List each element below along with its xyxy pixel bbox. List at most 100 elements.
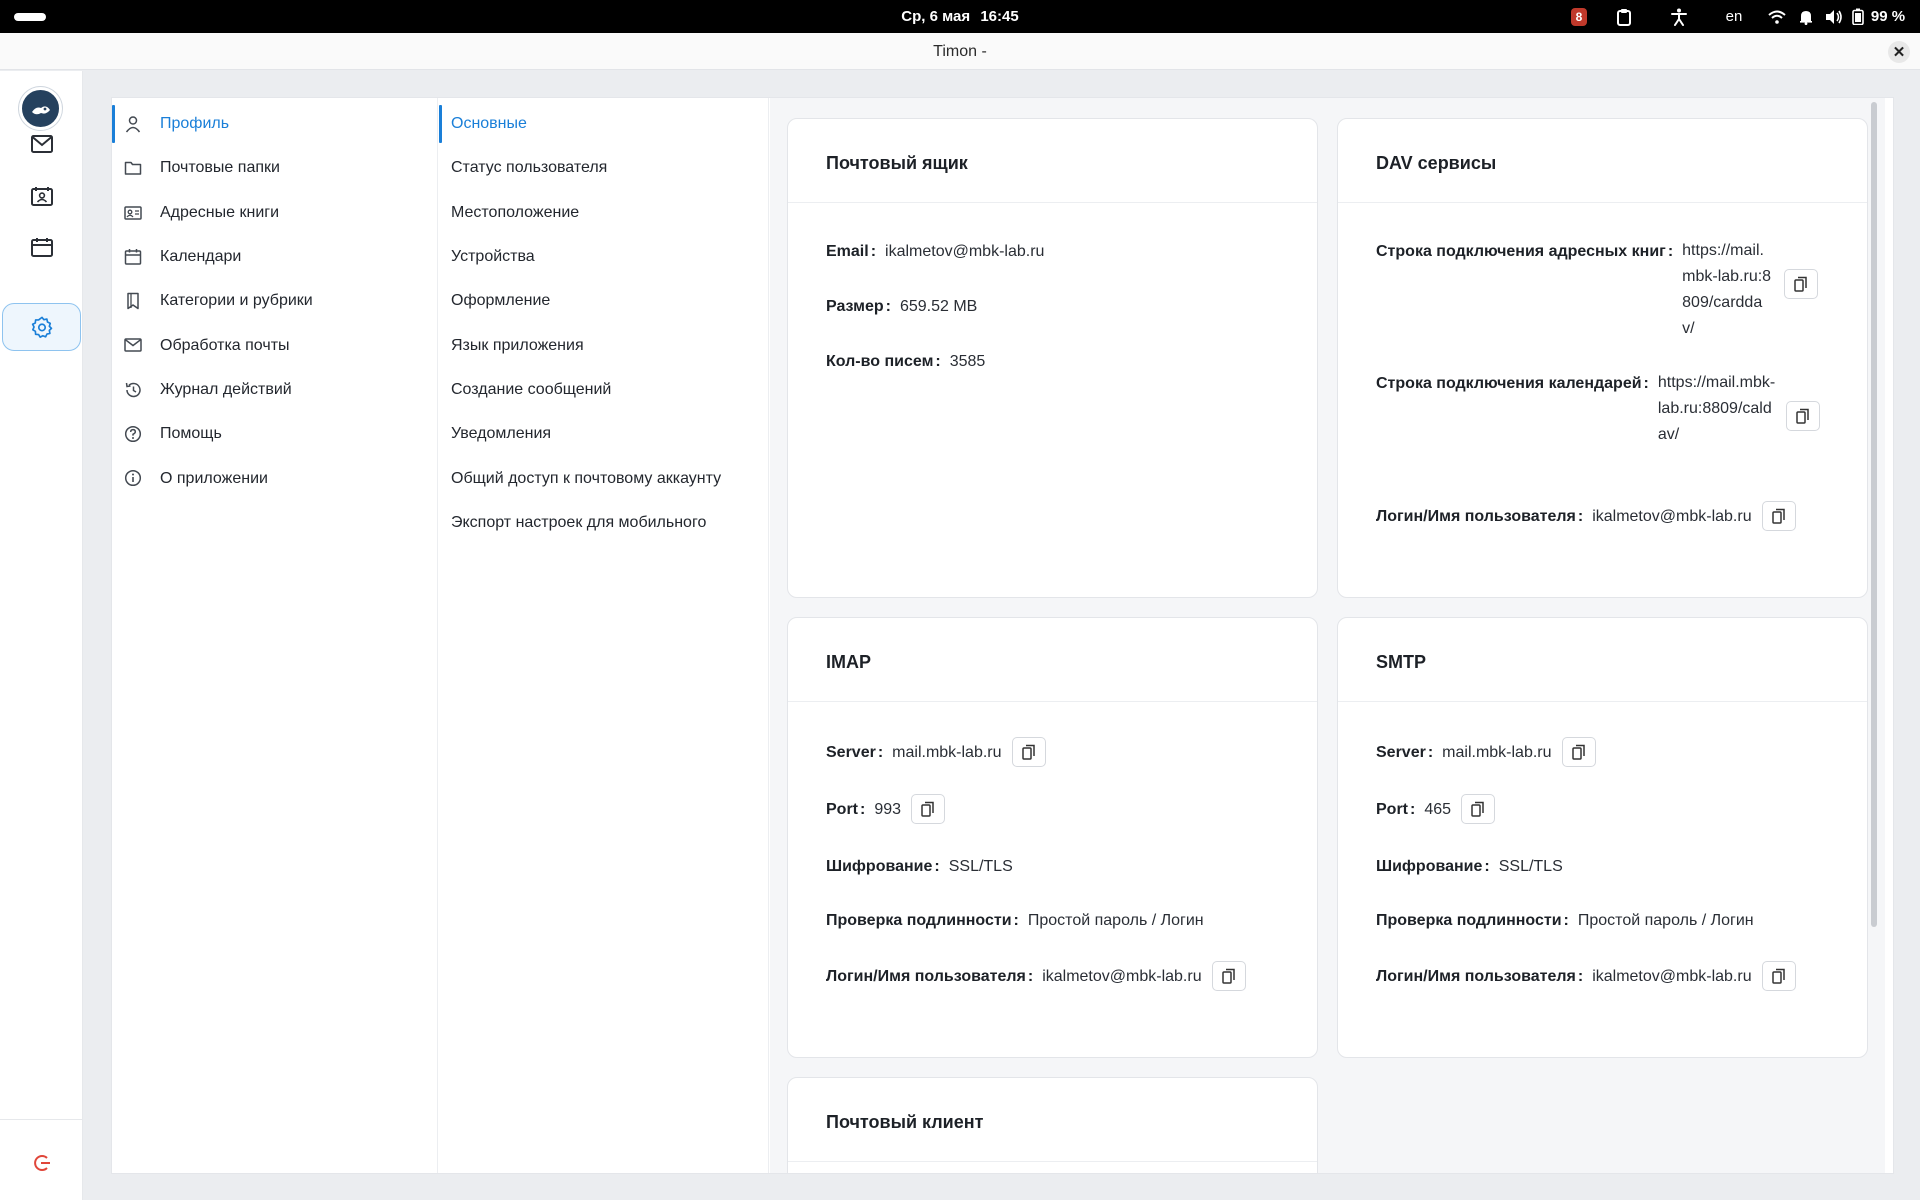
copy-icon [1221,968,1235,984]
clipboard-icon[interactable] [1596,0,1652,33]
nav-item-about[interactable]: О приложении [112,456,437,500]
subnav-item-account-sharing[interactable]: Общий доступ к почтовому аккаунту [439,456,768,500]
settings-content[interactable]: Почтовый ящик Email ikalmetov@mbk-lab.ru… [770,98,1885,1173]
smtp-port-value: 465 [1424,801,1452,818]
nav-item-activity-log[interactable]: Журнал действий [112,368,437,412]
subnav-item-location[interactable]: Местоположение [439,191,768,235]
subnav-item-notifications[interactable]: Уведомления [439,412,768,456]
mailbox-size-value: 659.52 MB [899,298,978,315]
copy-icon [921,801,934,817]
subnav-item-compose[interactable]: Создание сообщений [439,368,768,412]
copy-button[interactable] [911,794,946,824]
nav-item-address-books[interactable]: Адресные книги [112,191,437,235]
smtp-login-value: ikalmetov@mbk-lab.ru [1592,968,1752,985]
nav-item-label: Журнал действий [160,380,292,398]
settings-primary-nav: Профиль Почтовые папки Адресные книги Ка… [112,98,438,1173]
app-rail [0,71,83,1200]
subnav-item-mobile-export[interactable]: Экспорт настроек для мобильного [439,501,768,545]
window-titlebar: Timon - ✕ [0,33,1920,70]
mailbox-size-row: Размер 659.52 MB [826,298,977,316]
card-title: DAV сервисы [1338,119,1867,203]
smtp-server-row: Server mail.mbk-lab.ru [1376,737,1596,767]
smtp-card: SMTP Server mail.mbk-lab.ru Port 465 Шиф… [1337,617,1868,1058]
wifi-icon[interactable] [1762,0,1792,33]
copy-button[interactable] [1211,961,1246,991]
imap-card: IMAP Server mail.mbk-lab.ru Port 993 Шиф… [787,617,1318,1058]
help-icon [124,426,142,443]
field-label: Port [826,801,874,819]
rail-calendar-button[interactable] [2,223,81,271]
contact-card-icon [124,205,142,220]
card-title: Почтовый клиент [788,1078,1317,1162]
settings-secondary-nav: Основные Статус пользователя Местоположе… [439,98,769,1173]
rail-mail-button[interactable] [2,120,81,168]
nav-item-calendars[interactable]: Календари [112,235,437,279]
smtp-encryption-row: Шифрование SSL/TLS [1376,858,1563,876]
copy-button[interactable] [1761,501,1796,531]
copy-button[interactable] [1784,269,1819,299]
subnav-item-appearance[interactable]: Оформление [439,279,768,323]
dav-addressbook-row: Строка подключения адресных книг https:/… [1376,242,1819,342]
nav-item-categories[interactable]: Категории и рубрики [112,279,437,323]
notification-indicator[interactable]: 8 [1562,0,1596,33]
nav-item-mail-processing[interactable]: Обработка почты [112,323,437,367]
card-title: IMAP [788,618,1317,702]
time-text: 16:45 [980,8,1019,25]
accessibility-icon[interactable] [1652,0,1706,33]
field-label: Шифрование [826,858,949,876]
imap-server-row: Server mail.mbk-lab.ru [826,737,1046,767]
subnav-item-user-status[interactable]: Статус пользователя [439,146,768,190]
mail-icon [124,338,142,353]
copy-button[interactable] [1461,794,1496,824]
window-close-button[interactable]: ✕ [1888,41,1910,63]
imap-login-value: ikalmetov@mbk-lab.ru [1042,968,1202,985]
rail-settings-button[interactable] [2,303,81,351]
dav-login-row: Логин/Имя пользователя ikalmetov@mbk-lab… [1376,501,1796,531]
copy-icon [1571,744,1585,760]
nav-item-label: Почтовые папки [160,159,280,177]
smtp-login-row: Логин/Имя пользователя ikalmetov@mbk-lab… [1376,961,1796,991]
subnav-item-devices[interactable]: Устройства [439,235,768,279]
subnav-item-general[interactable]: Основные [439,102,768,146]
history-icon [125,382,141,398]
copy-button[interactable] [1761,961,1796,991]
subnav-item-language[interactable]: Язык приложения [439,323,768,367]
nav-item-mail-folders[interactable]: Почтовые папки [112,146,437,190]
logout-icon [33,1155,50,1171]
volume-icon[interactable] [1820,0,1848,33]
content-scrollbar[interactable] [1871,102,1877,927]
keyboard-language[interactable]: en [1706,0,1762,33]
folder-icon [124,162,142,176]
field-label: Размер [826,298,900,316]
rail-contacts-button[interactable] [2,172,81,220]
field-label: Server [1376,744,1442,762]
mailbox-count-value: 3585 [949,353,986,370]
imap-auth-row: Проверка подлинности Простой пароль / Ло… [826,912,1204,930]
nav-item-help[interactable]: Помощь [112,412,437,456]
battery-icon[interactable] [1848,0,1868,33]
field-label: Логин/Имя пользователя [1376,508,1592,526]
nav-item-label: О приложении [160,469,268,487]
bell-icon[interactable] [1792,0,1820,33]
dav-addressbook-url: https://mail.mbk-lab.ru:8809/carddav/ [1682,242,1772,337]
field-label: Строка подключения календарей [1376,375,1658,393]
field-label: Проверка подлинности [1376,912,1578,930]
nav-item-label: Категории и рубрики [160,292,313,310]
copy-button[interactable] [1561,737,1596,767]
nav-item-label: Помощь [160,425,222,443]
field-label: Email [826,243,885,261]
field-label: Кол-во писем [826,353,950,371]
mailbox-email-row: Email ikalmetov@mbk-lab.ru [826,243,1044,261]
system-tray: 8 en 99 % [1562,0,1908,33]
copy-button[interactable] [1785,401,1820,431]
copy-button[interactable] [1011,737,1046,767]
field-label: Строка подключения адресных книг [1376,243,1682,261]
dav-calendar-url: https://mail.mbk-lab.ru:8809/caldav/ [1657,374,1776,443]
settings-panel: Профиль Почтовые папки Адресные книги Ка… [111,97,1894,1174]
mail-icon [30,135,53,153]
imap-port-value: 993 [874,801,902,818]
logout-button[interactable] [0,1154,83,1172]
nav-item-profile[interactable]: Профиль [112,102,437,146]
smtp-server-value: mail.mbk-lab.ru [1442,744,1552,761]
copy-icon [1794,276,1807,292]
